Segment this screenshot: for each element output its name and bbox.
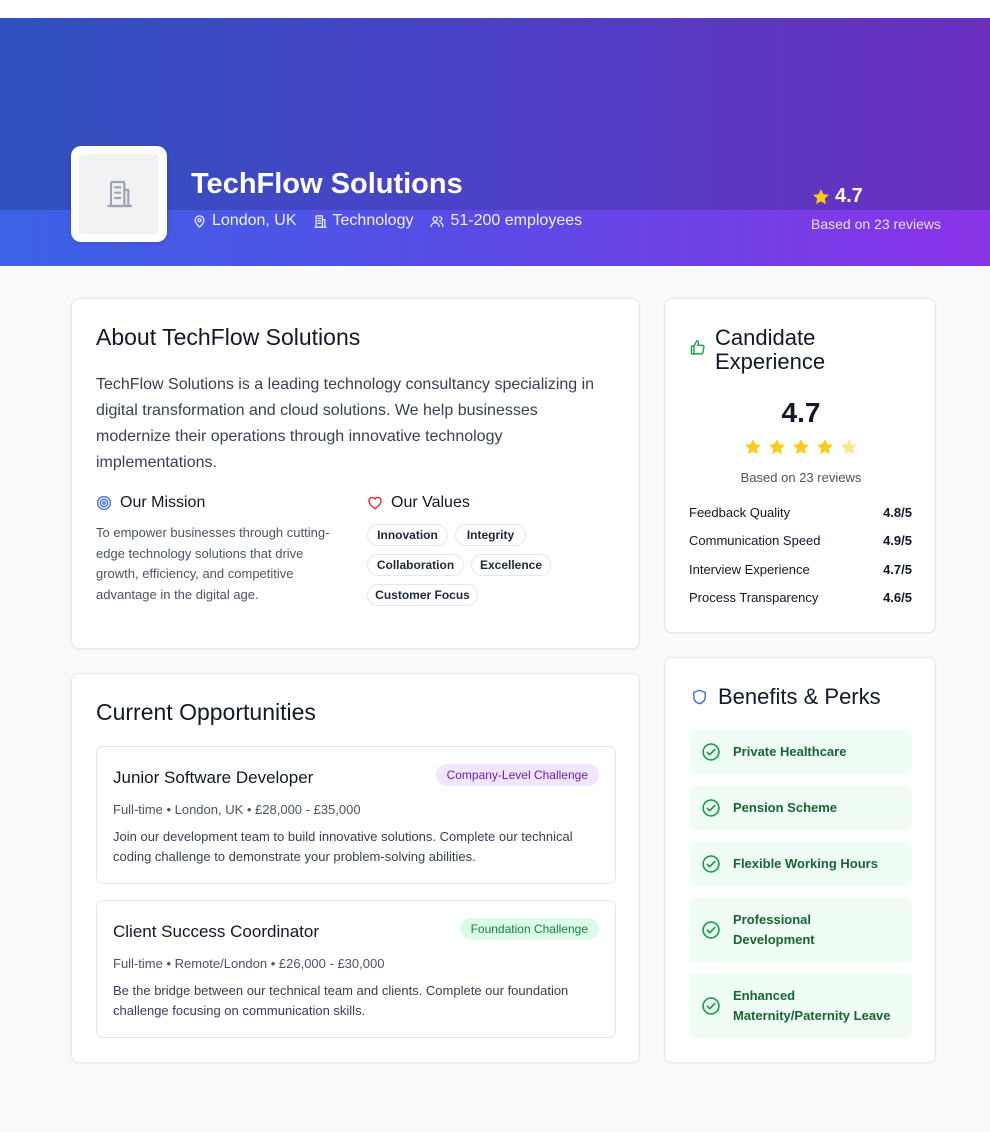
candidate-rating-count: Based on 23 reviews <box>740 470 862 485</box>
company-hero: TechFlow Solutions London, UK Technology… <box>0 18 990 266</box>
value-pill: Customer Focus <box>367 584 478 606</box>
candidate-title-line1: Candidate <box>715 325 816 350</box>
check-circle-icon <box>702 743 720 761</box>
meta-location: London, UK <box>192 212 297 230</box>
job-card[interactable]: Junior Software Developer Company-Level … <box>96 746 616 884</box>
office-icon <box>313 214 327 228</box>
candidate-rating: 4.7 <box>781 397 821 428</box>
company-name: TechFlow Solutions <box>191 168 463 200</box>
metric-row: Communication Speed 4.9/5 <box>689 533 912 548</box>
company-meta: London, UK Technology 51-200 employees <box>192 212 598 230</box>
metric-value: 4.6/5 <box>883 590 912 605</box>
values-heading: Our Values <box>367 494 470 512</box>
benefit-item: Pension Scheme <box>689 786 912 830</box>
benefit-label: Professional <box>733 912 812 927</box>
job-title[interactable]: Junior Software Developer <box>113 768 313 788</box>
metric-label: Process Transparency <box>689 590 819 605</box>
logo-placeholder <box>79 154 159 234</box>
value-pill: Integrity <box>455 524 526 546</box>
benefit-label: Pension Scheme <box>733 800 838 815</box>
target-icon <box>97 496 111 510</box>
metric-row: Feedback Quality 4.8/5 <box>689 505 912 520</box>
job-meta: Full-time • London, UK • £28,000 - £35,0… <box>113 802 361 817</box>
challenge-badge: Foundation Challenge <box>459 918 599 940</box>
benefits-title: Benefits & Perks <box>718 684 881 709</box>
meta-size: 51-200 employees <box>429 212 582 230</box>
top-strip <box>0 0 990 18</box>
thumbs-up-icon <box>690 340 705 355</box>
benefit-label-line2: Development <box>733 932 815 947</box>
benefit-label: Enhanced <box>733 988 796 1003</box>
job-meta: Full-time • Remote/London • £26,000 - £3… <box>113 956 385 971</box>
hero-rating-value: 4.7 <box>835 185 863 207</box>
metric-value: 4.7/5 <box>883 562 912 577</box>
check-circle-icon <box>702 799 720 817</box>
benefit-label-line2: Maternity/Paternity Leave <box>733 1008 891 1023</box>
benefit-item: Private Healthcare <box>689 730 912 774</box>
star-rating <box>665 437 937 457</box>
star-icon <box>793 439 809 455</box>
job-description: Be the bridge between our technical team… <box>113 983 569 1018</box>
star-icon <box>813 188 829 204</box>
heart-icon <box>368 496 382 510</box>
benefit-item: Enhanced Maternity/Paternity Leave <box>689 974 912 1038</box>
check-circle-icon <box>702 855 720 873</box>
about-description: TechFlow Solutions is a leading technolo… <box>96 376 595 471</box>
metric-row: Process Transparency 4.6/5 <box>689 590 912 605</box>
opportunities-title: Current Opportunities <box>96 699 316 725</box>
industry-text: Technology <box>332 212 414 229</box>
candidate-experience-heading: Candidate Experience <box>689 326 825 374</box>
about-card: About TechFlow Solutions TechFlow Soluti… <box>71 298 640 649</box>
map-pin-icon <box>194 214 205 228</box>
benefit-item: Professional Development <box>689 898 912 962</box>
job-card[interactable]: Client Success Coordinator Foundation Ch… <box>96 900 616 1038</box>
values-title: Our Values <box>391 494 470 511</box>
shield-icon <box>693 689 706 705</box>
metric-value: 4.8/5 <box>883 505 912 520</box>
opportunities-card: Current Opportunities Junior Software De… <box>71 673 640 1063</box>
star-icon <box>817 439 833 455</box>
mission-title: Our Mission <box>120 494 206 511</box>
metric-row: Interview Experience 4.7/5 <box>689 562 912 577</box>
candidate-experience-card: Candidate Experience 4.7 Based on 23 rev… <box>664 298 936 633</box>
benefit-label: Private Healthcare <box>733 744 847 759</box>
star-half-icon <box>841 439 857 455</box>
hero-rating: 4.7 <box>811 185 863 208</box>
users-icon <box>430 215 445 227</box>
mission-text: To empower businesses through cutting-ed… <box>96 525 330 602</box>
benefits-heading: Benefits & Perks <box>691 684 881 710</box>
mission-heading: Our Mission <box>96 494 205 512</box>
star-icon <box>769 439 785 455</box>
size-text: 51-200 employees <box>450 212 583 229</box>
star-icon <box>745 439 761 455</box>
company-logo <box>71 146 167 242</box>
benefit-item: Flexible Working Hours <box>689 842 912 886</box>
metric-label: Communication Speed <box>689 533 821 548</box>
job-title[interactable]: Client Success Coordinator <box>113 922 319 942</box>
challenge-badge: Company-Level Challenge <box>435 764 599 786</box>
check-circle-icon <box>702 921 720 939</box>
hero-rating-count: Based on 23 reviews <box>811 216 941 232</box>
benefit-label: Flexible Working Hours <box>733 856 878 871</box>
metric-value: 4.9/5 <box>883 533 912 548</box>
about-title: About TechFlow Solutions <box>96 324 361 350</box>
building-icon <box>107 180 133 208</box>
benefits-card: Benefits & Perks Private Healthcare Pens… <box>664 657 936 1063</box>
job-description: Join our development team to build innov… <box>113 829 573 864</box>
meta-industry: Technology <box>313 212 414 230</box>
check-circle-icon <box>702 997 720 1015</box>
value-pill: Collaboration <box>367 554 464 576</box>
value-pill: Excellence <box>471 554 551 576</box>
value-pill: Innovation <box>367 524 448 546</box>
metric-label: Feedback Quality <box>689 505 791 520</box>
location-text: London, UK <box>212 212 297 229</box>
metric-label: Interview Experience <box>689 562 810 577</box>
candidate-title-line2: Experience <box>715 349 826 374</box>
